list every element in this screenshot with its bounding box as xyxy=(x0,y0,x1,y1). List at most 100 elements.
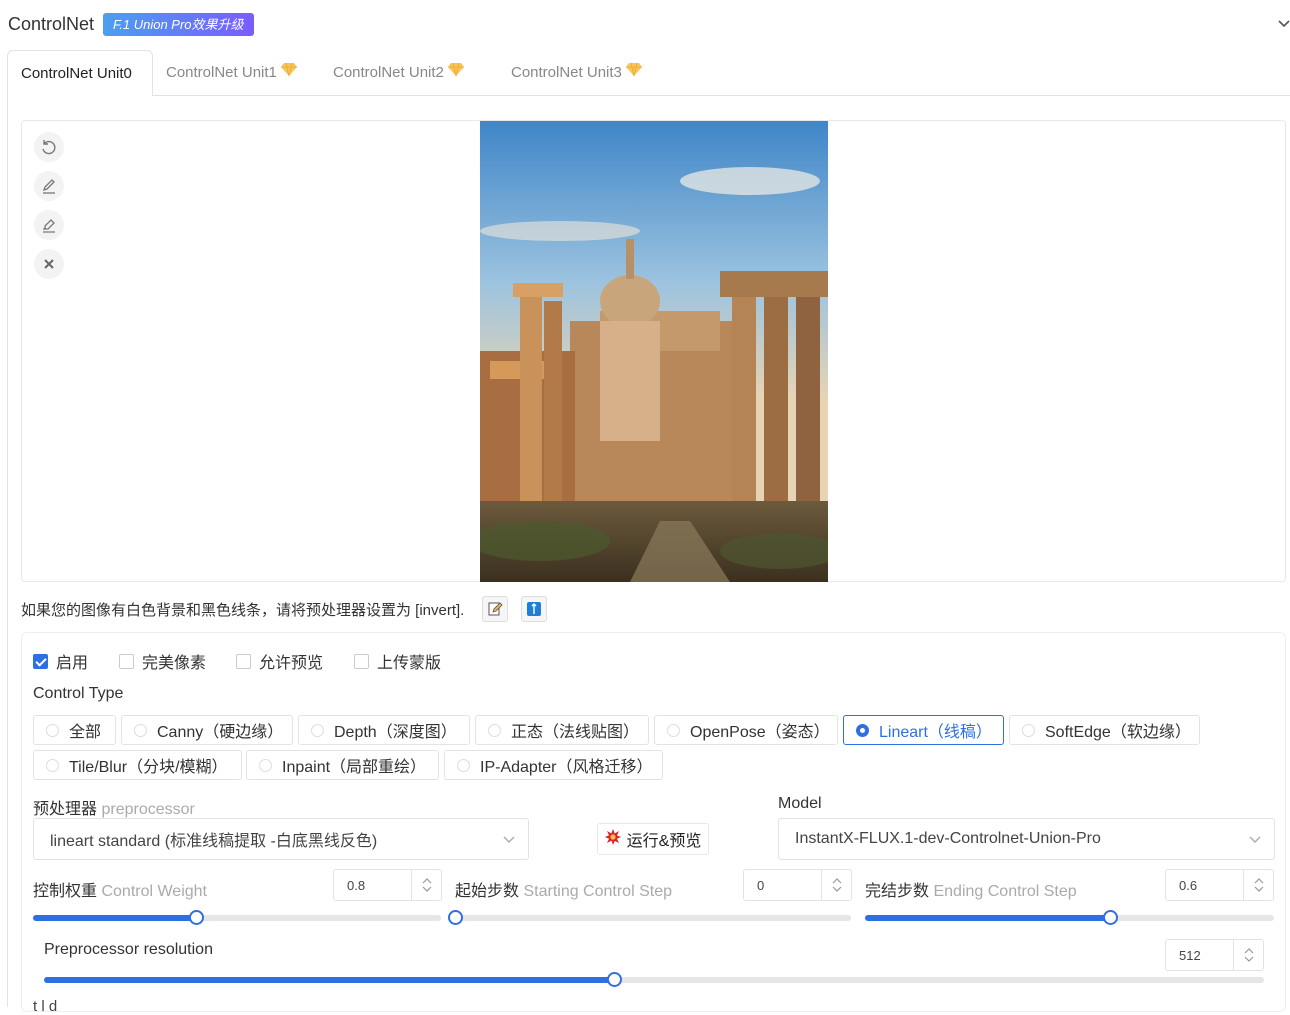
checkbox-label: 启用 xyxy=(56,655,89,672)
number-value: 0.8 xyxy=(347,877,366,893)
chevron-down-icon xyxy=(1249,836,1261,843)
pixel-perfect-checkbox[interactable]: 完美像素 xyxy=(119,649,206,673)
undo-icon[interactable] xyxy=(34,132,64,162)
chevron-up-icon[interactable] xyxy=(422,877,432,885)
chevron-up-icon[interactable] xyxy=(1254,877,1264,885)
section-title: ControlNet xyxy=(8,14,95,34)
radio-label: SoftEdge（软边缘） xyxy=(1045,724,1191,741)
preprocessor-select[interactable]: lineart standard (标准线稿提取 -白底黑线反色) xyxy=(33,818,529,860)
chevron-up-icon[interactable] xyxy=(1244,947,1254,955)
resolution-slider[interactable] xyxy=(44,972,1264,987)
chevron-down-icon[interactable] xyxy=(832,885,842,893)
allow-preview-checkbox[interactable]: 允许预览 xyxy=(236,649,323,673)
uploaded-image xyxy=(480,121,828,582)
tab-label: ControlNet Unit0 xyxy=(21,65,132,82)
checkbox[interactable] xyxy=(33,653,48,669)
chevron-up-icon[interactable] xyxy=(832,877,842,885)
start-step-input[interactable]: 0 xyxy=(743,869,852,901)
slider-fill xyxy=(33,915,197,921)
end-step-input[interactable]: 0.6 xyxy=(1165,869,1274,901)
label-zh: 控制权重 xyxy=(33,883,98,900)
control-type-label: Control Type xyxy=(33,685,124,702)
tab-unit3[interactable]: ControlNet Unit3 xyxy=(511,50,642,96)
model-select[interactable]: InstantX-FLUX.1-dev-Controlnet-Union-Pro xyxy=(778,818,1275,860)
control-weight-label: 控制权重 Control Weight xyxy=(33,877,207,901)
upgrade-badge[interactable]: F.1 Union Pro效果升级 xyxy=(103,13,254,36)
close-icon[interactable] xyxy=(34,249,64,279)
control-weight-input[interactable]: 0.8 xyxy=(333,869,442,901)
resolution-input[interactable]: 512 xyxy=(1165,939,1264,971)
label-zh: 起始步数 xyxy=(455,883,520,900)
slider-thumb[interactable] xyxy=(448,910,463,925)
end-step-slider[interactable] xyxy=(865,910,1274,925)
radio-dot xyxy=(856,723,869,737)
checkbox-label: 允许预览 xyxy=(259,655,324,672)
chevron-down-icon[interactable] xyxy=(1254,885,1264,893)
tab-label: ControlNet Unit1 xyxy=(166,64,277,81)
tab-unit2[interactable]: ControlNet Unit2 xyxy=(333,50,464,96)
checkbox[interactable] xyxy=(354,653,369,669)
control-type-normal[interactable]: 正态（法线贴图） xyxy=(475,715,649,745)
radio-label: Inpaint（局部重绘） xyxy=(282,759,427,776)
upload-mask-checkbox[interactable]: 上传蒙版 xyxy=(354,649,441,673)
chevron-down-icon xyxy=(503,836,515,843)
control-type-all[interactable]: 全部 xyxy=(33,715,116,745)
control-type-tile[interactable]: Tile/Blur（分块/模糊） xyxy=(33,750,242,780)
radio-dot xyxy=(134,723,147,737)
run-preview-button[interactable]: 运行&预览 xyxy=(597,823,709,855)
control-type-openpose[interactable]: OpenPose（姿态） xyxy=(654,715,838,745)
stepper[interactable] xyxy=(1243,870,1273,900)
control-type-lineart[interactable]: Lineart（线稿） xyxy=(843,715,1004,745)
radio-label: Depth（深度图） xyxy=(334,724,457,741)
radio-dot xyxy=(667,723,680,737)
tab-divider xyxy=(152,95,1290,96)
start-step-slider[interactable] xyxy=(448,910,851,925)
edit-icon[interactable] xyxy=(482,596,508,622)
panel-border xyxy=(7,95,8,1007)
gem-icon xyxy=(447,49,464,95)
chevron-down-icon[interactable] xyxy=(1244,955,1254,963)
enable-checkbox[interactable]: 启用 xyxy=(33,649,88,673)
radio-dot xyxy=(46,758,59,772)
radio-label: OpenPose（姿态） xyxy=(690,724,830,741)
brush-icon[interactable] xyxy=(34,171,64,201)
control-type-ip-adapter[interactable]: IP-Adapter（风格迁移） xyxy=(444,750,663,780)
control-type-depth[interactable]: Depth（深度图） xyxy=(298,715,470,745)
collapse-chevron-icon[interactable] xyxy=(1275,14,1290,32)
gem-icon xyxy=(625,49,642,95)
checkbox-label: 上传蒙版 xyxy=(377,655,442,672)
label-en: Control Weight xyxy=(101,883,207,900)
slider-thumb[interactable] xyxy=(606,972,622,987)
chevron-down-icon[interactable] xyxy=(422,885,432,893)
radio-dot xyxy=(259,758,272,772)
label-zh: 预处理器 xyxy=(33,801,98,818)
label-zh: 完结步数 xyxy=(865,883,930,900)
radio-dot xyxy=(46,723,59,737)
stepper[interactable] xyxy=(411,870,441,900)
radio-label: IP-Adapter（风格迁移） xyxy=(480,759,653,776)
run-label: 运行&预览 xyxy=(626,833,702,850)
control-weight-slider[interactable] xyxy=(33,910,441,925)
number-value: 0.6 xyxy=(1179,877,1198,893)
tab-unit1[interactable]: ControlNet Unit1 xyxy=(166,50,297,96)
control-type-softedge[interactable]: SoftEdge（软边缘） xyxy=(1009,715,1200,745)
swap-icon[interactable] xyxy=(521,596,547,622)
label-en: preprocessor xyxy=(101,801,195,818)
checkbox[interactable] xyxy=(236,653,251,669)
control-type-inpaint[interactable]: Inpaint（局部重绘） xyxy=(246,750,439,780)
radio-label: Lineart（线稿） xyxy=(879,724,992,741)
number-value: 0 xyxy=(757,877,765,893)
resolution-label: Preprocessor resolution xyxy=(44,941,213,958)
label-en: Starting Control Step xyxy=(523,883,672,900)
label-en: Ending Control Step xyxy=(933,883,1077,900)
preprocessor-label: 预处理器 preprocessor xyxy=(33,795,195,819)
eraser-icon[interactable] xyxy=(34,210,64,240)
model-label: Model xyxy=(778,795,822,812)
checkbox[interactable] xyxy=(119,653,134,669)
stepper[interactable] xyxy=(821,870,851,900)
stepper[interactable] xyxy=(1233,940,1263,970)
control-type-canny[interactable]: Canny（硬边缘） xyxy=(121,715,293,745)
number-value: 512 xyxy=(1179,947,1201,963)
tab-unit0[interactable]: ControlNet Unit0 xyxy=(7,50,153,96)
radio-label: 全部 xyxy=(69,724,102,741)
